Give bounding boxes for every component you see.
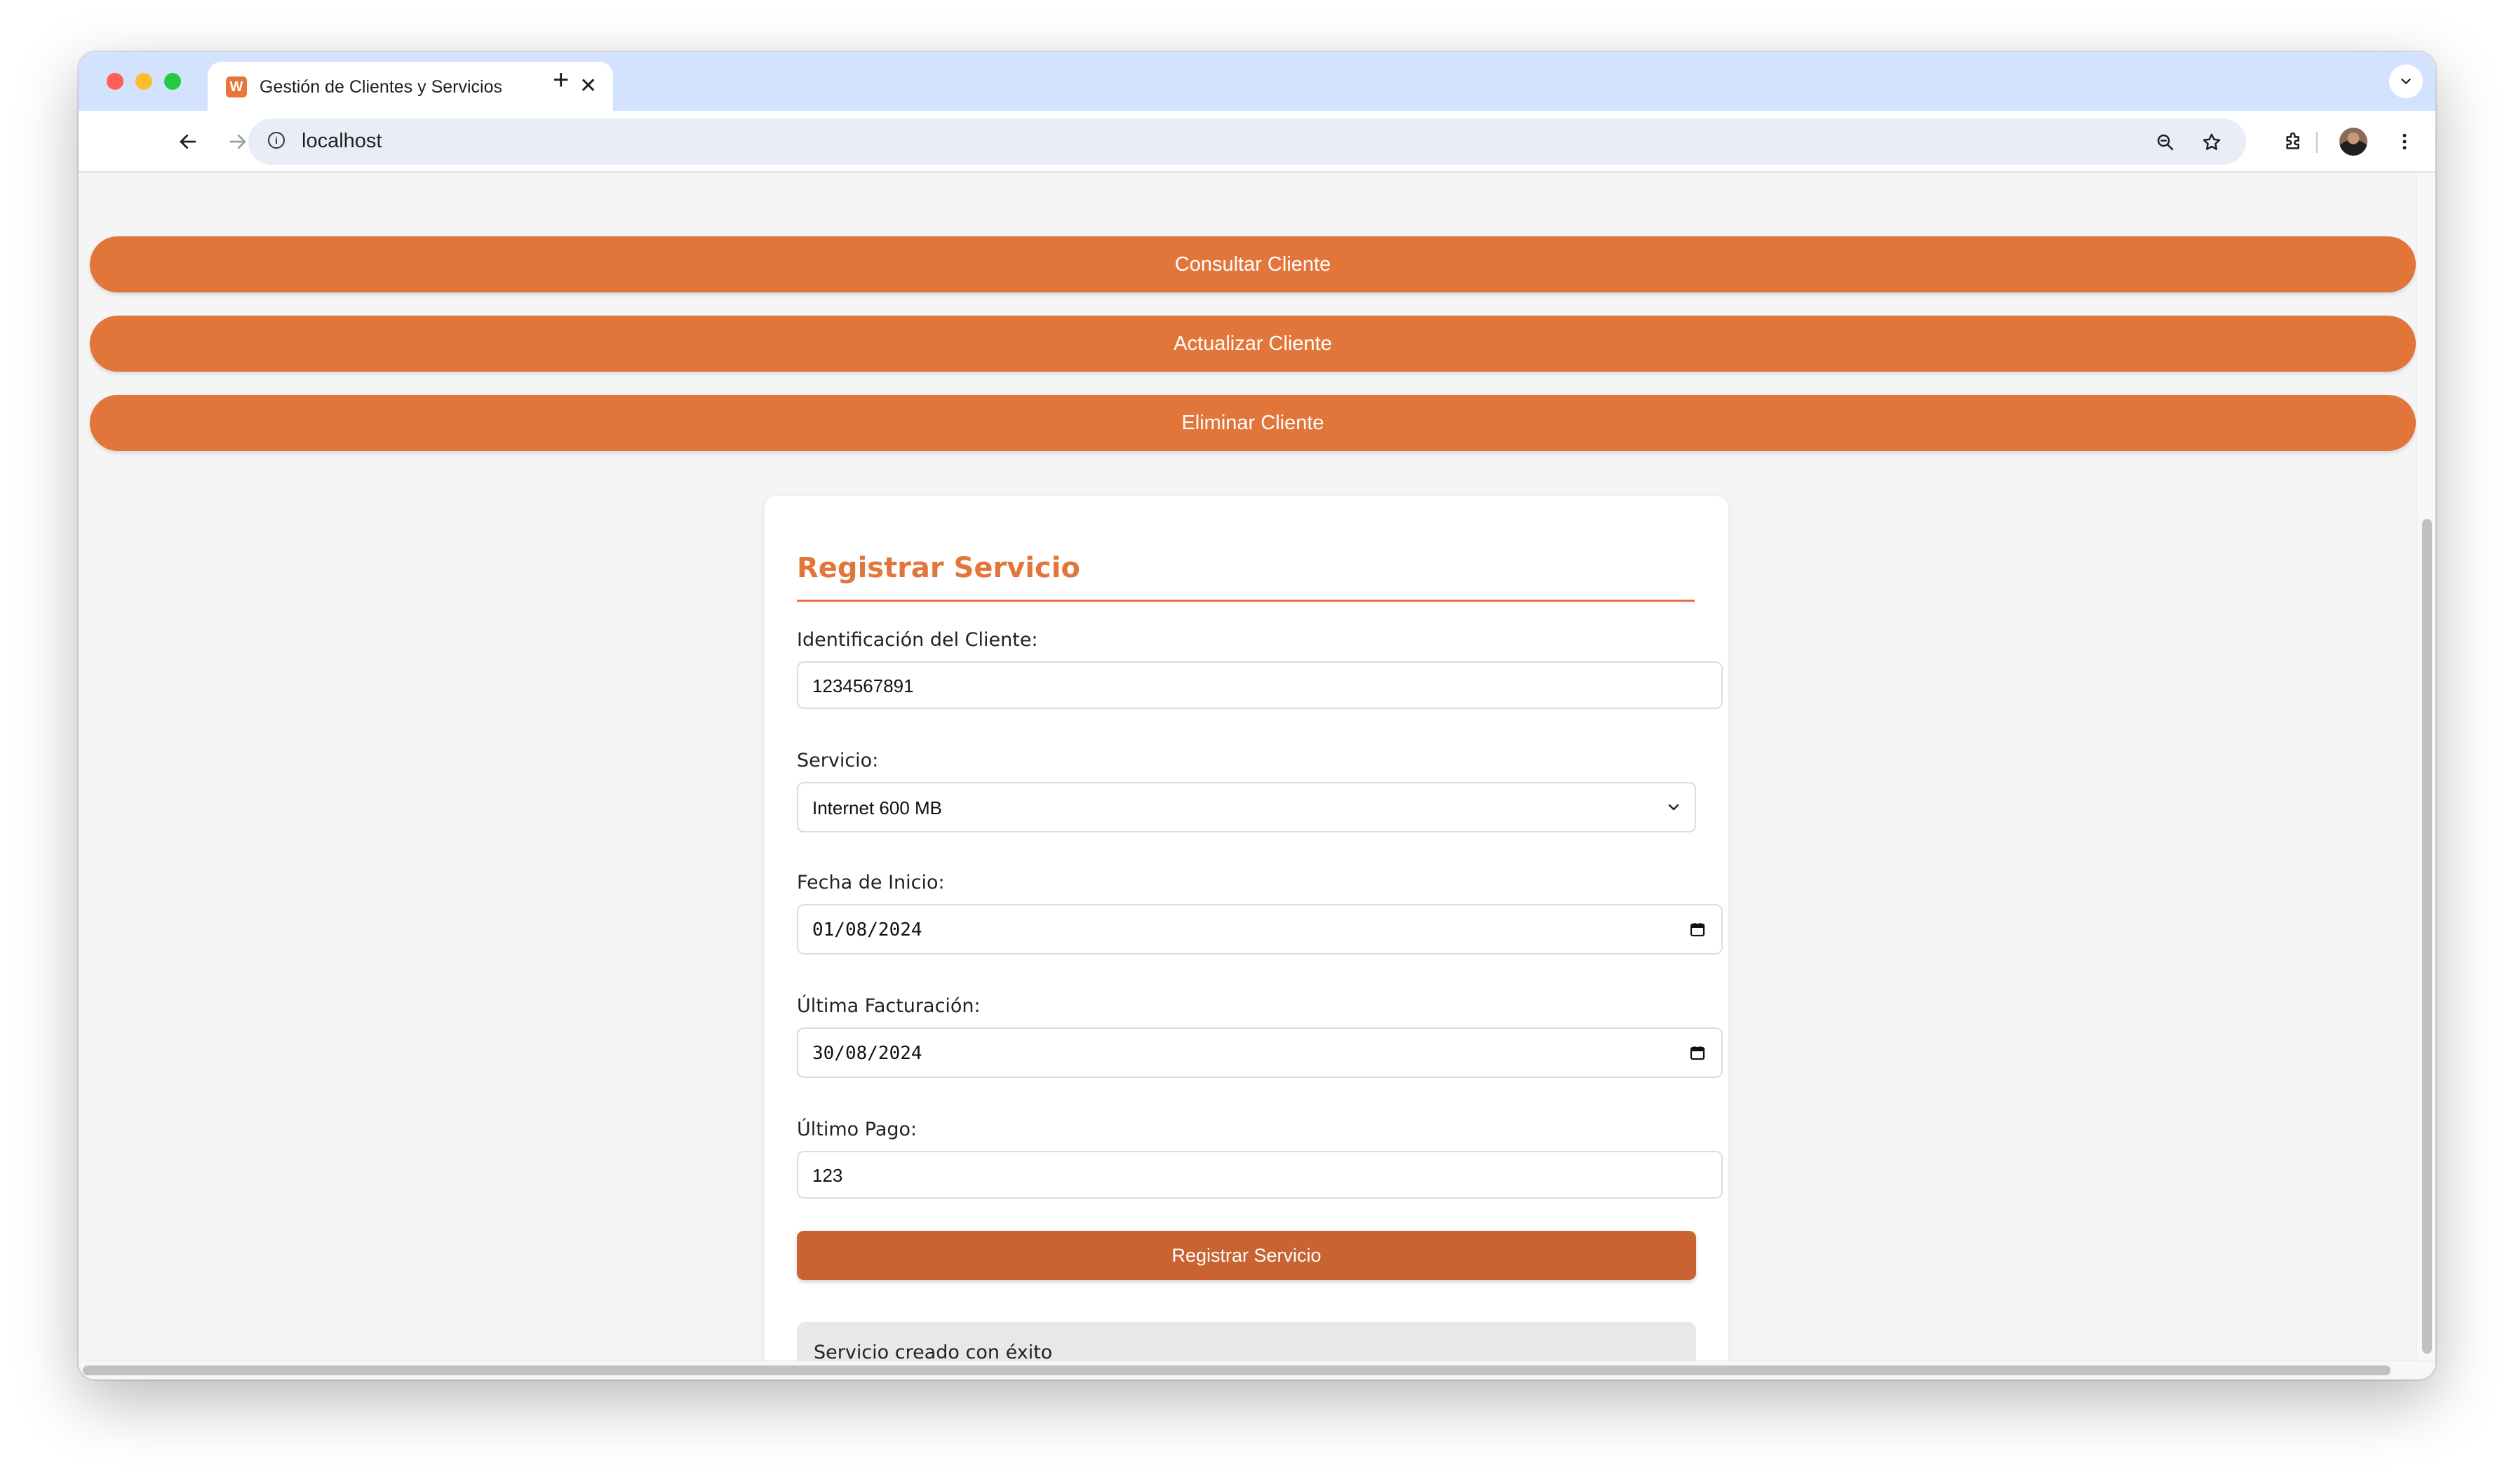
ultimo-pago-label: Último Pago: bbox=[797, 1119, 917, 1140]
horizontal-scrollbar[interactable] bbox=[79, 1361, 2435, 1380]
fecha-inicio-input[interactable]: 01/08/2024 bbox=[797, 904, 1723, 955]
url-text[interactable]: localhost bbox=[302, 130, 382, 153]
page-viewport: Consultar Cliente Actualizar Cliente Eli… bbox=[79, 173, 2416, 1361]
fecha-inicio-label: Fecha de Inicio: bbox=[797, 872, 945, 893]
consultar-cliente-button[interactable]: Consultar Cliente bbox=[90, 236, 2416, 292]
vertical-scrollbar[interactable] bbox=[2416, 173, 2435, 1361]
registrar-servicio-button[interactable]: Registrar Servicio bbox=[797, 1231, 1696, 1280]
extensions-icon[interactable] bbox=[2278, 126, 2309, 157]
servicio-select[interactable]: Internet 600 MB bbox=[797, 782, 1696, 832]
vertical-scroll-thumb[interactable] bbox=[2422, 519, 2432, 1354]
calendar-icon[interactable] bbox=[1689, 921, 1706, 938]
zoom-icon[interactable] bbox=[2153, 130, 2177, 154]
browser-toolbar: i localhost bbox=[79, 111, 2435, 173]
tab-title: Gestión de Clientes y Servicios bbox=[260, 77, 502, 97]
tab-strip: W Gestión de Clientes y Servicios ✕ + bbox=[79, 52, 2435, 111]
tab-close-icon[interactable]: ✕ bbox=[579, 74, 597, 98]
site-info-icon[interactable]: i bbox=[268, 132, 285, 149]
address-bar[interactable]: i localhost bbox=[248, 119, 2246, 165]
ultimo-pago-input[interactable]: 123 bbox=[797, 1151, 1723, 1199]
cliente-id-label: Identificación del Cliente: bbox=[797, 629, 1038, 651]
ultimo-pago-value: 123 bbox=[812, 1165, 843, 1186]
back-icon[interactable] bbox=[171, 125, 205, 158]
result-message-box: Servicio creado con éxito bbox=[797, 1322, 1696, 1361]
horizontal-scroll-thumb[interactable] bbox=[83, 1365, 2391, 1375]
ultima-facturacion-input[interactable]: 30/08/2024 bbox=[797, 1027, 1723, 1078]
form-title: Registrar Servicio bbox=[797, 552, 1695, 602]
profile-avatar[interactable] bbox=[2339, 128, 2367, 156]
toolbar-divider bbox=[2316, 132, 2318, 153]
maximize-window-button[interactable] bbox=[164, 73, 181, 90]
ultima-facturacion-label: Última Facturación: bbox=[797, 995, 981, 1017]
servicio-label: Servicio: bbox=[797, 750, 879, 771]
new-tab-icon[interactable]: + bbox=[553, 66, 569, 94]
registrar-servicio-form: Registrar Servicio Identificación del Cl… bbox=[765, 496, 1728, 1361]
minimize-window-button[interactable] bbox=[135, 73, 152, 90]
eliminar-cliente-button[interactable]: Eliminar Cliente bbox=[90, 395, 2416, 451]
close-window-button[interactable] bbox=[107, 73, 123, 90]
favicon-icon: W bbox=[226, 76, 247, 97]
ultima-facturacion-value: 30/08/2024 bbox=[812, 1043, 922, 1064]
cliente-id-value: 1234567891 bbox=[812, 675, 914, 696]
servicio-value: Internet 600 MB bbox=[812, 797, 942, 818]
menu-icon[interactable] bbox=[2389, 126, 2420, 157]
tab-search-chevron-icon[interactable] bbox=[2389, 65, 2423, 98]
chevron-down-icon bbox=[1668, 804, 1679, 811]
fecha-inicio-value: 01/08/2024 bbox=[812, 919, 922, 940]
bookmark-star-icon[interactable] bbox=[2200, 130, 2224, 154]
actualizar-cliente-button[interactable]: Actualizar Cliente bbox=[90, 316, 2416, 372]
result-message: Servicio creado con éxito bbox=[814, 1342, 1053, 1361]
calendar-icon[interactable] bbox=[1689, 1044, 1706, 1061]
browser-window: W Gestión de Clientes y Servicios ✕ + i … bbox=[79, 52, 2435, 1380]
cliente-id-input[interactable]: 1234567891 bbox=[797, 661, 1723, 709]
